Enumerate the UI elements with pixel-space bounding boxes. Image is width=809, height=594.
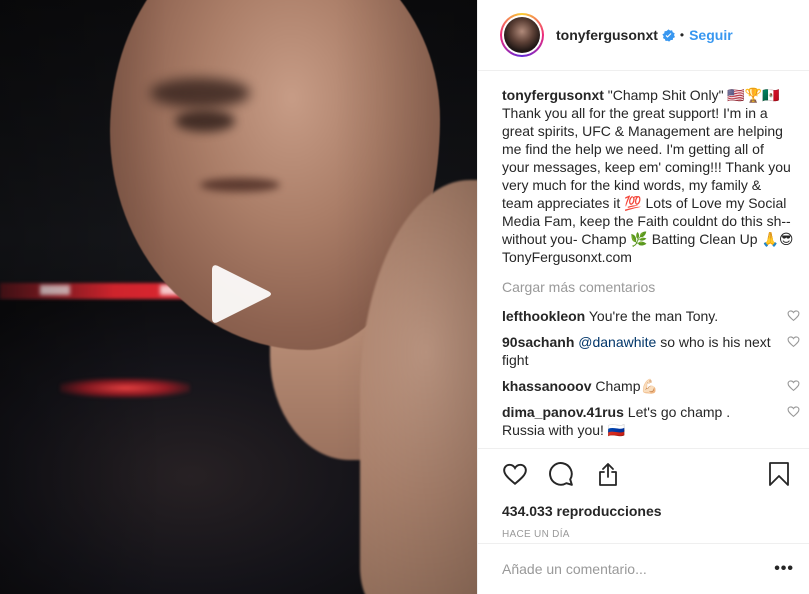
comment-input[interactable]	[502, 561, 775, 577]
load-more-comments-button[interactable]: Cargar más comentarios	[502, 279, 794, 295]
post-sidebar: tonyfergusonxt • Seguir tonyfergusonxt "…	[477, 0, 809, 594]
add-comment-bar: •••	[478, 543, 809, 594]
heart-icon[interactable]	[787, 405, 800, 418]
comment-username[interactable]: dima_panov.41rus	[502, 404, 624, 420]
post-timestamp: Hace un día	[502, 529, 570, 540]
heart-icon[interactable]	[787, 309, 800, 322]
post-header: tonyfergusonxt • Seguir	[478, 0, 809, 71]
comment-row: dima_panov.41rus Let's go champ . Russia…	[502, 403, 800, 439]
share-icon[interactable]	[596, 461, 620, 487]
comment-row: khassanooov Champ💪🏻	[502, 377, 800, 395]
bookmark-icon[interactable]	[768, 461, 790, 487]
caption-username[interactable]: tonyfergusonxt	[502, 87, 604, 103]
action-icons	[502, 461, 794, 491]
comment-icon[interactable]	[548, 461, 574, 487]
caption: tonyfergusonxt "Champ Shit Only" 🇺🇸🏆🇲🇽 T…	[502, 86, 794, 266]
caption-text: "Champ Shit Only" 🇺🇸🏆🇲🇽 Thank you all fo…	[502, 87, 794, 265]
comments-section: tonyfergusonxt "Champ Shit Only" 🇺🇸🏆🇲🇽 T…	[478, 72, 809, 448]
separator-dot: •	[679, 28, 685, 42]
heart-icon[interactable]	[502, 461, 528, 487]
comment-username[interactable]: lefthookleon	[502, 308, 585, 324]
heart-icon[interactable]	[787, 379, 800, 392]
follow-button[interactable]: Seguir	[689, 27, 733, 43]
comment-mention[interactable]: @danawhite	[578, 334, 656, 350]
more-icon[interactable]: •••	[774, 560, 794, 578]
play-icon[interactable]	[210, 262, 272, 326]
video-player[interactable]	[0, 0, 477, 594]
verified-icon	[662, 28, 675, 42]
avatar[interactable]	[500, 13, 544, 57]
comment-username[interactable]: 90sachanh	[502, 334, 574, 350]
comment-row: lefthookleon You're the man Tony.	[502, 307, 800, 325]
post-actions: 434.033 reproducciones Hace un día	[478, 448, 809, 540]
heart-icon[interactable]	[787, 335, 800, 348]
view-count: 434.033 reproducciones	[502, 503, 662, 519]
header-username[interactable]: tonyfergusonxt	[556, 27, 658, 43]
comment-row: 90sachanh @danawhite so who is his next …	[502, 333, 800, 369]
comment-text: You're the man Tony.	[585, 308, 719, 324]
comment-username[interactable]: khassanooov	[502, 378, 591, 394]
comment-text: Champ💪🏻	[591, 378, 658, 394]
